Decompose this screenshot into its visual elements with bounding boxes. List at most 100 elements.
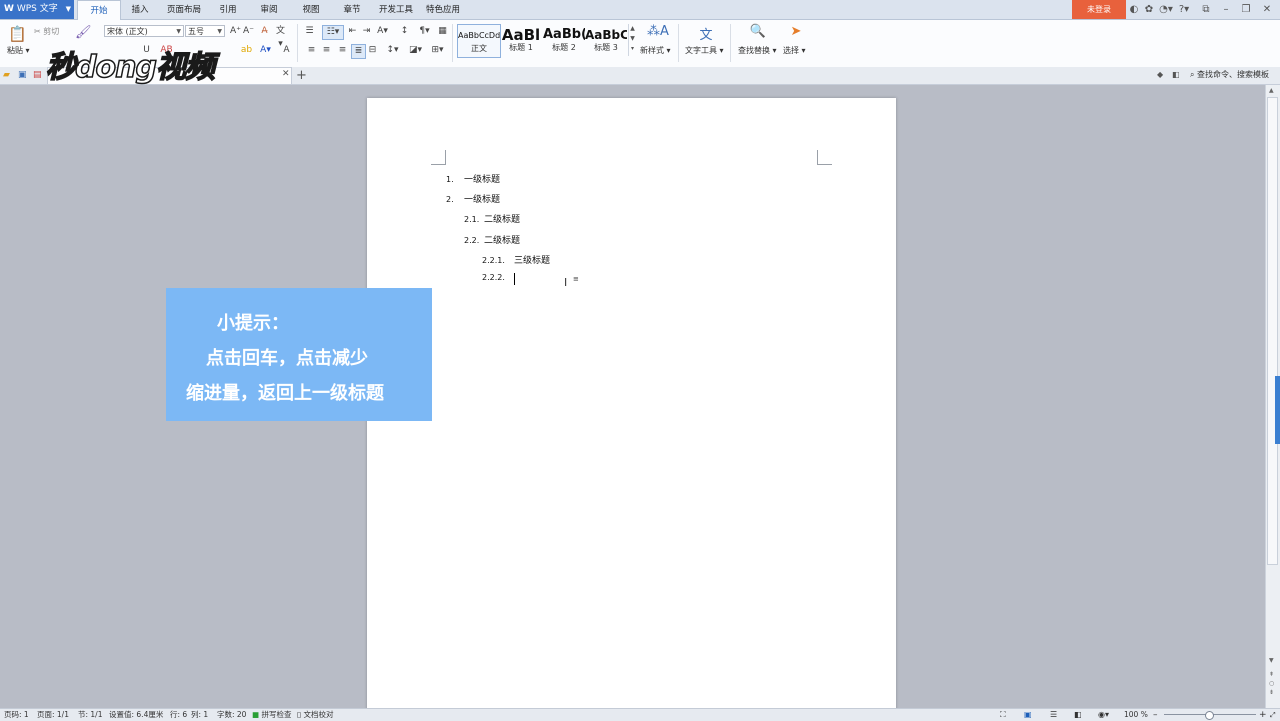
outline-text: 一级标题 xyxy=(464,195,501,205)
grow-font-icon[interactable]: A⁺ xyxy=(229,25,242,38)
find-replace-button[interactable]: 查找替换 ▾ xyxy=(738,45,777,56)
highlight-icon[interactable]: ab xyxy=(240,44,253,57)
tab-chapter[interactable]: 章节 xyxy=(336,0,368,19)
text-tools-button[interactable]: 文字工具 ▾ xyxy=(685,45,724,56)
outline-item-level2[interactable]: 2.1. 二级标题 xyxy=(464,212,520,225)
select-button[interactable]: 选择 ▾ xyxy=(783,45,806,56)
select-cursor-icon[interactable]: ➤ xyxy=(789,24,803,40)
decrease-indent-icon[interactable]: ⇤ xyxy=(346,25,359,38)
align-center-icon[interactable]: ≡ xyxy=(320,44,333,57)
side-panel-toggle[interactable] xyxy=(1275,376,1280,444)
close-icon[interactable]: ✕ xyxy=(1261,3,1273,16)
distribute-icon[interactable]: ⊟ xyxy=(366,44,379,57)
tab-page-layout[interactable]: 页面布局 xyxy=(162,0,206,19)
maximize-icon[interactable]: ❐ xyxy=(1240,3,1252,16)
font-name-combo[interactable]: 宋体 (正文) ▼ xyxy=(104,25,184,37)
expand-icon[interactable]: ⤢ xyxy=(1270,709,1276,721)
paste-button[interactable]: 粘贴 ▾ xyxy=(7,45,30,56)
zoom-in-icon[interactable]: + xyxy=(1259,709,1267,721)
scroll-up-icon[interactable]: ▲ xyxy=(1269,87,1274,94)
text-tools-icon[interactable]: 文 xyxy=(697,24,715,43)
restore-layout-icon[interactable]: ⧉ xyxy=(1199,3,1213,16)
login-button[interactable]: 未登录 xyxy=(1072,0,1126,19)
minimize-ribbon-icon[interactable]: ◧ xyxy=(1172,70,1180,79)
eye-protect-icon[interactable]: ◉▾ xyxy=(1098,709,1109,721)
find-replace-icon[interactable]: 🔍 xyxy=(749,24,767,40)
outline-view-icon[interactable]: ☰ xyxy=(1050,709,1057,721)
tab-features[interactable]: 特色应用 xyxy=(422,0,464,19)
print-icon[interactable]: ▤ xyxy=(33,70,42,80)
paste-icon[interactable]: 📋 xyxy=(8,25,27,43)
status-page-number: 页码: 1 xyxy=(4,710,29,719)
shrink-font-icon[interactable]: A⁻ xyxy=(242,25,255,38)
paste-label: 粘贴 xyxy=(7,46,23,55)
command-search[interactable]: ⌕ 查找命令、搜索模板 xyxy=(1190,69,1269,80)
scrollbar-thumb[interactable] xyxy=(1267,97,1278,565)
tab-view[interactable]: 视图 xyxy=(295,0,327,19)
table-icon[interactable]: ▦ xyxy=(436,25,449,38)
proofread-button[interactable]: ▯ 文档校对 xyxy=(297,709,334,721)
justify-icon[interactable]: ≣ xyxy=(351,44,366,59)
skin-icon[interactable]: ◐ xyxy=(1128,3,1140,16)
format-painter-icon[interactable]: 🖌 xyxy=(75,25,92,41)
borders-icon[interactable]: ⊞▾ xyxy=(431,44,444,57)
clear-format-icon[interactable]: A̶ xyxy=(258,25,271,38)
font-size-combo[interactable]: 五号 ▼ xyxy=(185,25,225,37)
select-label: 选择 xyxy=(783,46,799,55)
close-tab-icon[interactable]: ✕ xyxy=(282,69,290,79)
zoom-level[interactable]: 100 % xyxy=(1124,709,1148,721)
page-view-icon[interactable]: ▣ xyxy=(1024,709,1032,721)
style-heading-3[interactable]: AaBbC 标题 3 xyxy=(585,24,627,56)
zoom-slider-handle[interactable] xyxy=(1205,711,1214,720)
char-shading-icon[interactable]: A xyxy=(280,44,293,57)
outline-item-level3[interactable]: 2.2.1. 三级标题 xyxy=(482,253,550,266)
outline-item-level2[interactable]: 2.2. 二级标题 xyxy=(464,233,520,246)
font-name-value: 宋体 (正文) xyxy=(107,27,148,36)
outline-item-level3[interactable]: 2.2.2. xyxy=(482,273,514,283)
page-nav-icon[interactable]: ⇞ ○ ⇟ xyxy=(1269,670,1274,697)
style-heading-1[interactable]: AaBl 标题 1 xyxy=(500,24,542,56)
tab-home[interactable]: 开始 xyxy=(77,0,121,20)
font-color-icon[interactable]: A▾ xyxy=(259,44,272,57)
save-icon[interactable]: ▣ xyxy=(18,70,27,80)
help-icon[interactable]: ?▾ xyxy=(1176,3,1192,16)
cut-button[interactable]: ✂ 剪切 xyxy=(34,26,59,37)
new-style-icon[interactable]: ⁂A xyxy=(647,24,669,40)
phonetic-icon[interactable]: 文▾ xyxy=(274,25,287,49)
share-icon[interactable]: ◔▾ xyxy=(1158,3,1174,16)
char-scaling-icon[interactable]: A▾ xyxy=(376,25,389,38)
pin-icon[interactable]: ◆ xyxy=(1157,70,1163,79)
tab-references[interactable]: 引用 xyxy=(212,0,244,19)
show-marks-icon[interactable]: ¶▾ xyxy=(418,25,431,38)
web-view-icon[interactable]: ◧ xyxy=(1074,709,1082,721)
tab-review[interactable]: 审阅 xyxy=(253,0,285,19)
align-left-icon[interactable]: ≡ xyxy=(305,44,318,57)
line-spacing-icon[interactable]: ↕▾ xyxy=(386,44,399,57)
numbering-icon[interactable]: ☷▾ xyxy=(322,25,344,40)
app-menu-button[interactable]: W WPS 文字 ▼ xyxy=(0,0,74,19)
style-gallery-scroll[interactable]: ▲ ▼ ▾ xyxy=(628,24,636,56)
document-page[interactable]: 1. 一级标题 2. 一级标题 2.1. 二级标题 2.2. 二级标题 2.2.1. 三级… xyxy=(367,98,896,720)
fullscreen-icon[interactable]: ⛶ xyxy=(1000,709,1006,721)
outline-item-level1[interactable]: 2. 一级标题 xyxy=(446,192,500,205)
new-tab-icon[interactable]: + xyxy=(296,67,307,84)
zoom-out-icon[interactable]: – xyxy=(1153,709,1158,721)
open-folder-icon[interactable]: ▰ xyxy=(3,70,10,80)
outline-item-level1[interactable]: 1. 一级标题 xyxy=(446,172,500,185)
new-style-button[interactable]: 新样式 ▾ xyxy=(640,45,671,56)
shading-icon[interactable]: ◪▾ xyxy=(409,44,422,57)
settings-icon[interactable]: ✿ xyxy=(1143,3,1155,16)
style-label: 标题 2 xyxy=(552,43,576,52)
tab-insert[interactable]: 插入 xyxy=(124,0,156,19)
minimize-icon[interactable]: – xyxy=(1220,3,1232,16)
sort-icon[interactable]: ↕ xyxy=(398,25,411,38)
style-normal[interactable]: AaBbCcDd 正文 xyxy=(457,24,501,58)
scroll-down-icon[interactable]: ▼ xyxy=(1269,657,1274,664)
status-word-count[interactable]: 字数: 20 xyxy=(217,709,246,721)
bullets-icon[interactable]: ☰ xyxy=(303,25,316,38)
increase-indent-icon[interactable]: ⇥ xyxy=(360,25,373,38)
style-heading-2[interactable]: AaBb( 标题 2 xyxy=(543,24,585,56)
align-right-icon[interactable]: ≡ xyxy=(336,44,349,57)
tab-developer[interactable]: 开发工具 xyxy=(375,0,417,19)
spell-check-button[interactable]: ■ 拼写检查 xyxy=(252,709,291,721)
